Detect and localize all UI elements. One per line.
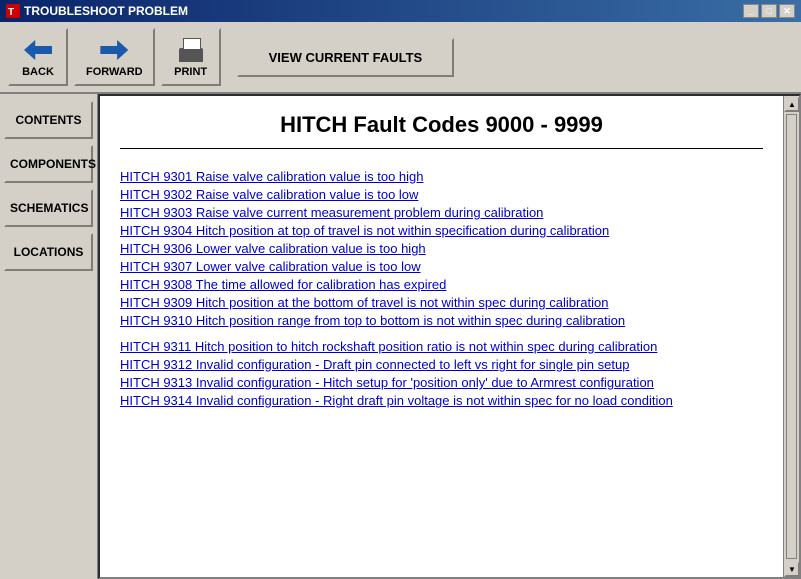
fault-link-HITCH-9306[interactable]: HITCH 9306 Lower valve calibration value… — [120, 241, 763, 256]
content-area: HITCH Fault Codes 9000 - 9999 HITCH 9301… — [98, 94, 801, 579]
fault-link-HITCH-9308[interactable]: HITCH 9308 The time allowed for calibrat… — [120, 277, 763, 292]
fault-link-HITCH-9314[interactable]: HITCH 9314 Invalid configuration - Right… — [120, 393, 763, 408]
sidebar-item-components[interactable]: COMPONENTS — [4, 145, 93, 183]
fault-link-HITCH-9311[interactable]: HITCH 9311 Hitch position to hitch rocks… — [120, 339, 763, 354]
fault-link-HITCH-9309[interactable]: HITCH 9309 Hitch position at the bottom … — [120, 295, 763, 310]
maximize-button[interactable]: □ — [761, 4, 777, 18]
forward-label: FORWARD — [86, 66, 143, 78]
main-layout: CONTENTS COMPONENTS SCHEMATICS LOCATIONS… — [0, 94, 801, 579]
scrollbar-thumb[interactable] — [786, 114, 797, 559]
fault-link-HITCH-9310[interactable]: HITCH 9310 Hitch position range from top… — [120, 313, 763, 328]
scrollbar: ▲ ▼ — [783, 96, 799, 577]
fault-list: HITCH 9301 Raise valve calibration value… — [120, 169, 763, 408]
page-title: HITCH Fault Codes 9000 - 9999 — [120, 112, 763, 149]
fault-link-HITCH-9304[interactable]: HITCH 9304 Hitch position at top of trav… — [120, 223, 763, 238]
fault-link-HITCH-9303[interactable]: HITCH 9303 Raise valve current measureme… — [120, 205, 763, 220]
sidebar-item-contents[interactable]: CONTENTS — [4, 101, 93, 139]
back-button[interactable]: BACK — [8, 28, 68, 86]
window-controls: _ □ ✕ — [743, 4, 795, 18]
view-faults-button[interactable]: VIEW CURRENT FAULTS — [237, 38, 455, 77]
toolbar: BACK FORWARD PRINT VIEW CURRENT FAULTS — [0, 22, 801, 94]
svg-text:T: T — [8, 7, 14, 18]
minimize-button[interactable]: _ — [743, 4, 759, 18]
scroll-down-button[interactable]: ▼ — [784, 561, 800, 577]
title-bar-text: TROUBLESHOOT PROBLEM — [24, 4, 188, 18]
print-label: PRINT — [174, 66, 207, 78]
close-button[interactable]: ✕ — [779, 4, 795, 18]
fault-link-HITCH-9307[interactable]: HITCH 9307 Lower valve calibration value… — [120, 259, 763, 274]
fault-link-HITCH-9313[interactable]: HITCH 9313 Invalid configuration - Hitch… — [120, 375, 763, 390]
app-icon: T — [6, 4, 20, 18]
forward-button[interactable]: FORWARD — [74, 28, 155, 86]
sidebar: CONTENTS COMPONENTS SCHEMATICS LOCATIONS — [0, 94, 98, 579]
sidebar-item-schematics[interactable]: SCHEMATICS — [4, 189, 93, 227]
title-bar: T TROUBLESHOOT PROBLEM _ □ ✕ — [0, 0, 801, 22]
content-scroll[interactable]: HITCH Fault Codes 9000 - 9999 HITCH 9301… — [100, 96, 783, 577]
forward-icon — [98, 36, 130, 64]
back-icon — [22, 36, 54, 64]
fault-link-HITCH-9302[interactable]: HITCH 9302 Raise valve calibration value… — [120, 187, 763, 202]
print-icon — [175, 36, 207, 64]
fault-link-HITCH-9312[interactable]: HITCH 9312 Invalid configuration - Draft… — [120, 357, 763, 372]
print-button[interactable]: PRINT — [161, 28, 221, 86]
scroll-up-button[interactable]: ▲ — [784, 96, 800, 112]
fault-link-HITCH-9301[interactable]: HITCH 9301 Raise valve calibration value… — [120, 169, 763, 184]
back-label: BACK — [22, 66, 54, 78]
sidebar-item-locations[interactable]: LOCATIONS — [4, 233, 93, 271]
